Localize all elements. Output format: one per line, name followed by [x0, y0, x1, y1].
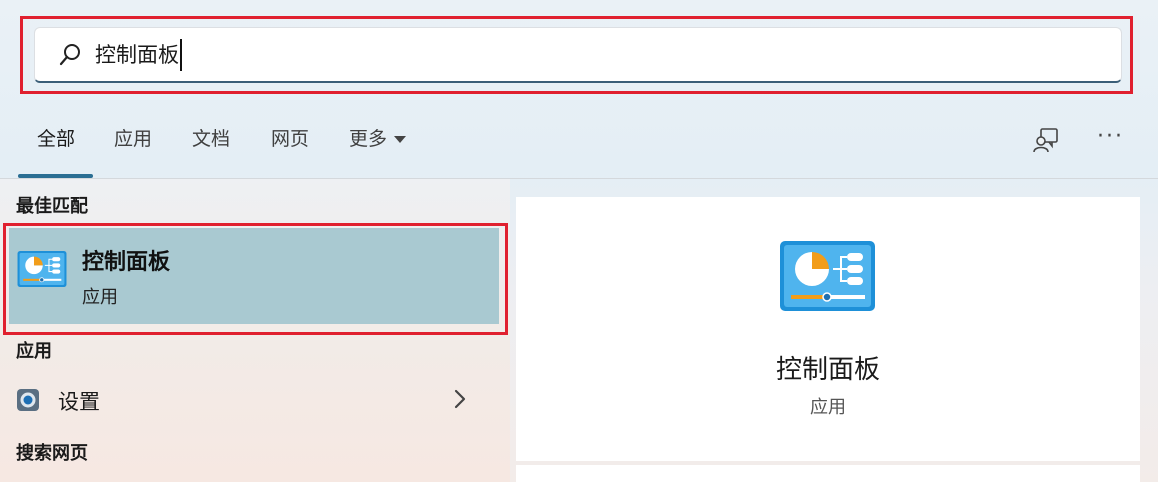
control-panel-icon [780, 241, 875, 311]
detail-pane: 控制面板 应用 [516, 197, 1140, 461]
detail-subtitle: 应用 [810, 397, 846, 418]
chevron-right-icon[interactable] [452, 388, 468, 410]
best-match-highlight-frame [3, 223, 508, 335]
tab-documents[interactable]: 文档 [192, 126, 230, 152]
section-search-web: 搜索网页 [16, 443, 88, 464]
tab-more[interactable]: 更多 [349, 126, 407, 152]
tabs-divider [0, 178, 1158, 179]
tab-apps[interactable]: 应用 [114, 126, 152, 152]
detail-title: 控制面板 [775, 355, 880, 385]
tab-more-label: 更多 [349, 128, 388, 150]
more-options-button[interactable]: ··· [1097, 124, 1124, 149]
section-apps: 应用 [16, 341, 52, 362]
feedback-icon[interactable] [1032, 126, 1060, 154]
search-highlight-frame [20, 16, 1133, 94]
tab-web[interactable]: 网页 [271, 126, 309, 152]
detail-actions-card [516, 465, 1140, 482]
app-item-settings-label: 设置 [58, 390, 100, 414]
caret-down-icon [394, 136, 407, 143]
tab-all[interactable]: 全部 [37, 126, 75, 152]
app-item-settings[interactable]: 设置 [8, 376, 498, 426]
section-best-match: 最佳匹配 [16, 196, 88, 217]
settings-icon [17, 389, 39, 411]
filter-tabs: 全部 应用 文档 网页 更多 [0, 110, 1158, 178]
